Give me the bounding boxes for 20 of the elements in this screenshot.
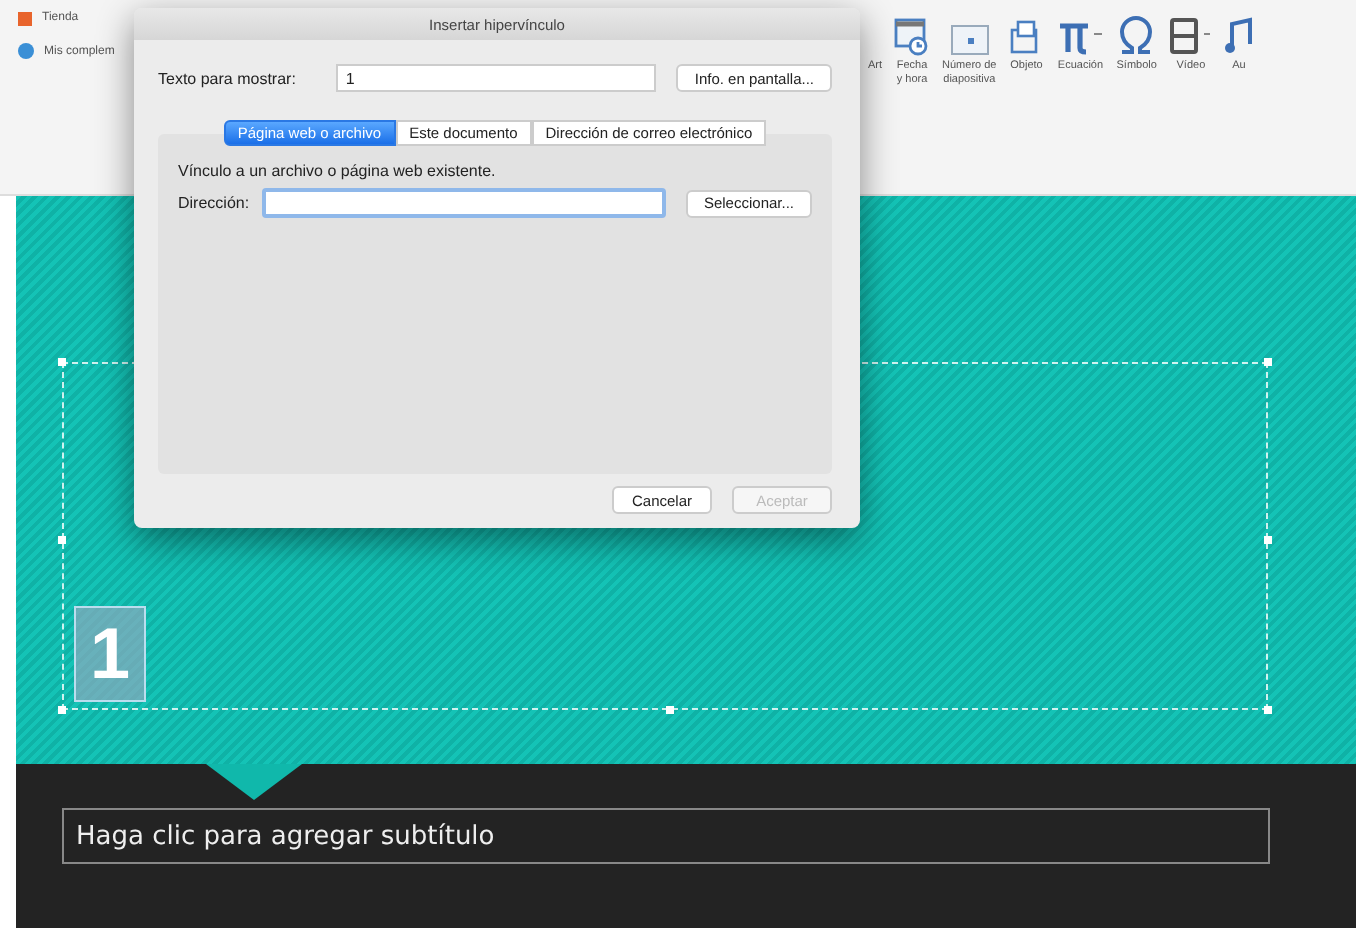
resize-handle[interactable] — [58, 706, 66, 714]
resize-handle[interactable] — [1264, 706, 1272, 714]
resize-handle[interactable] — [1264, 536, 1272, 544]
description-text: Vínculo a un archivo o página web existente. — [178, 162, 498, 180]
subtitle-placeholder[interactable]: Haga clic para agregar subtítulo — [62, 808, 1270, 864]
resize-handle[interactable] — [1264, 358, 1272, 366]
resize-handle[interactable] — [58, 536, 66, 544]
resize-handle[interactable] — [665, 706, 673, 714]
calendar-icon — [894, 16, 931, 56]
slide-number: 1 — [74, 606, 146, 702]
slide-number-icon — [949, 24, 990, 56]
omega-icon — [1116, 16, 1157, 56]
display-text-field[interactable]: 1 — [335, 64, 657, 92]
address-field[interactable] — [261, 188, 666, 218]
resize-handle[interactable] — [58, 358, 66, 366]
film-icon — [1168, 16, 1213, 56]
notch-triangle — [206, 764, 302, 800]
field-label: Dirección: — [178, 194, 250, 212]
music-note-icon — [1224, 16, 1253, 56]
field-label: Texto para mostrar: — [158, 69, 296, 87]
